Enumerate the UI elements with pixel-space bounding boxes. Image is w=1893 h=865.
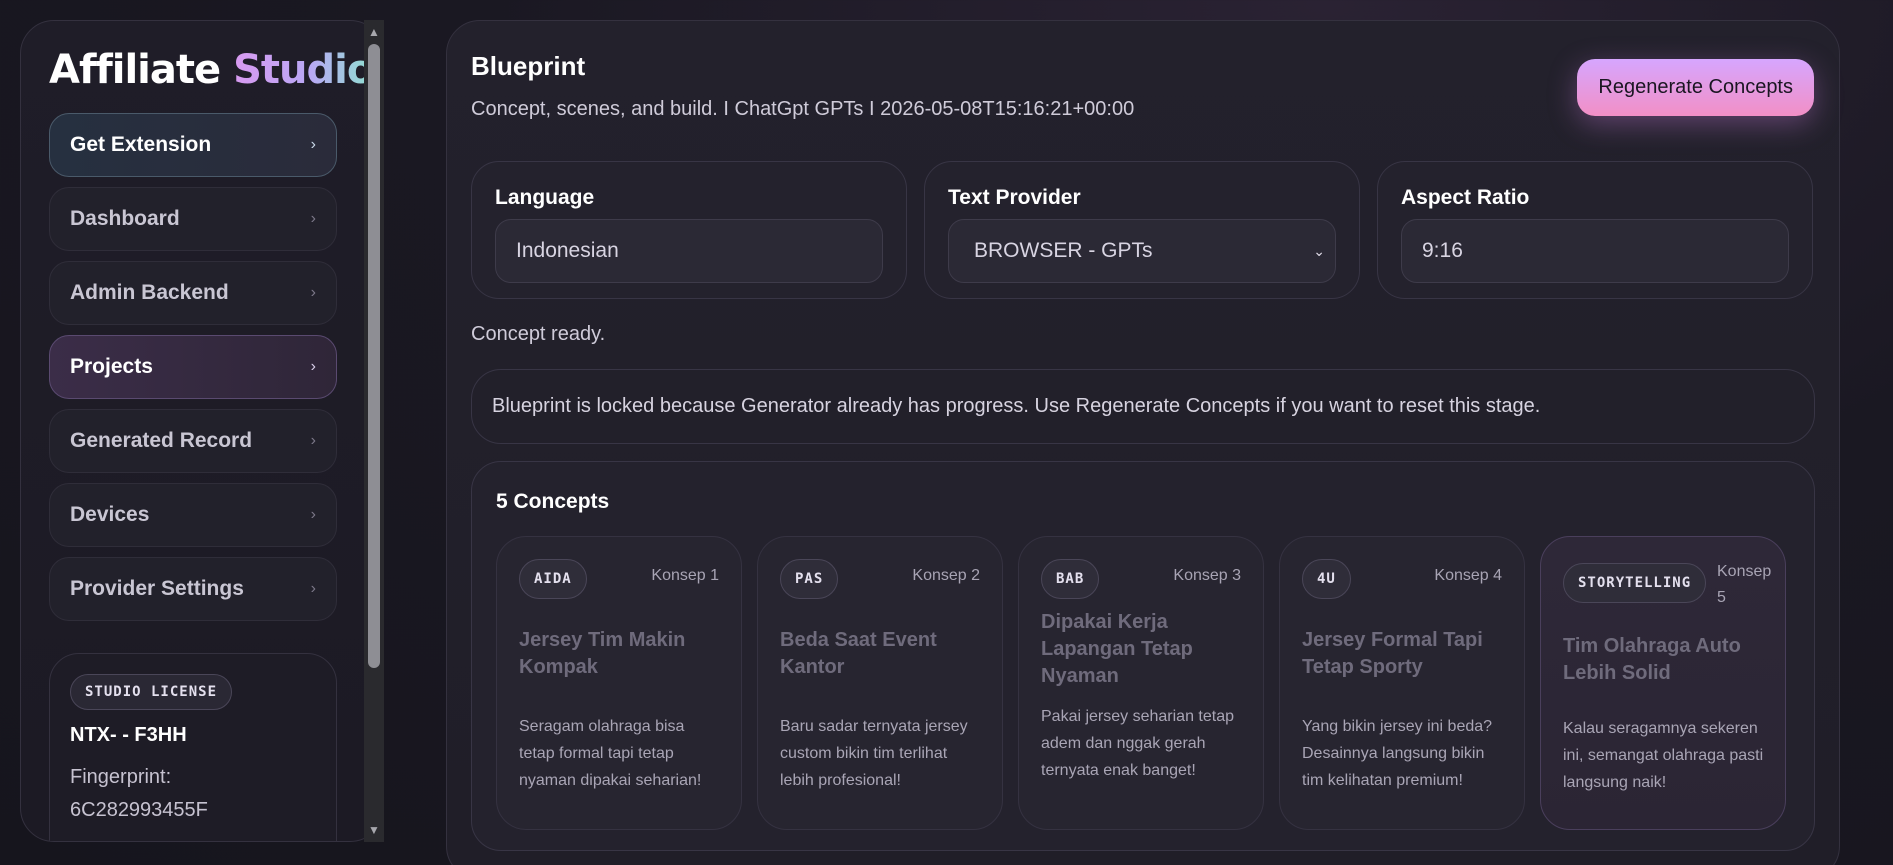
aspect-ratio-label: Aspect Ratio [1401,186,1530,209]
concept-number: Konsep 1 [651,567,719,584]
concept-tag: STORYTELLING [1563,563,1707,603]
regenerate-concepts-button[interactable]: Regenerate Concepts [1577,59,1814,116]
concept-description: Pakai jersey seharian tetap adem dan ngg… [1041,708,1234,779]
chevron-right-icon: › [310,506,316,523]
sidebar-item-projects[interactable]: Projects › [49,335,337,399]
concept-number: Konsep 5 [1717,563,1772,606]
concept-title: Jersey Formal Tapi Tetap Sporty [1302,629,1483,678]
chevron-right-icon: › [310,432,316,449]
scroll-up-arrow-icon[interactable]: ▲ [364,22,384,42]
concept-number: Konsep 2 [912,567,980,584]
concept-title: Dipakai Kerja Lapangan Tetap Nyaman [1041,611,1193,687]
sidebar-item-label: Devices [70,503,150,526]
license-fingerprint: Fingerprint: 6C282993455F [70,761,316,827]
text-provider-select[interactable]: BROWSER - GPTs ⌄ [948,219,1336,283]
concept-card[interactable]: AIDA Konsep 1 Jersey Tim Makin Kompak Se… [496,536,742,830]
concept-card[interactable]: 4U Konsep 4 Jersey Formal Tapi Tetap Spo… [1279,536,1525,830]
brand-main: Affiliate [49,47,221,93]
brand-logo: Affiliate Studio [49,47,374,93]
chevron-right-icon: › [310,210,316,227]
concept-tag: 4U [1302,559,1351,599]
concept-description: Yang bikin jersey ini beda? Desainnya la… [1302,718,1493,789]
sidebar-item-label: Get Extension [70,133,212,156]
concept-title: Beda Saat Event Kantor [780,629,937,678]
concept-tag: PAS [780,559,839,599]
concept-number: Konsep 4 [1434,567,1502,584]
page-title: Blueprint [471,51,586,81]
concept-description: Kalau seragamnya sekeren ini, semangat o… [1563,720,1764,791]
concepts-section: 5 Concepts AIDA Konsep 1 Jersey Tim Maki… [471,461,1815,851]
language-input[interactable]: Indonesian [495,219,883,283]
page-subtitle: Concept, scenes, and build. I ChatGpt GP… [471,98,1135,120]
sidebar-item-generated-record[interactable]: Generated Record › [49,409,337,473]
chevron-right-icon: › [310,136,316,153]
concept-title: Jersey Tim Makin Kompak [519,629,686,678]
concept-description: Seragam olahraga bisa tetap formal tapi … [519,718,702,789]
sidebar: Affiliate Studio Get Extension › Dashboa… [20,20,384,842]
concept-number: Konsep 3 [1173,567,1241,584]
sidebar-item-label: Projects [70,355,153,378]
chevron-down-icon: ⌄ [1313,242,1325,259]
brand-accent: Studio [233,47,374,93]
sidebar-item-dashboard[interactable]: Dashboard › [49,187,337,251]
concepts-title: 5 Concepts [496,490,610,513]
chevron-right-icon: › [310,580,316,597]
sidebar-item-admin-backend[interactable]: Admin Backend › [49,261,337,325]
concept-tag: BAB [1041,559,1100,599]
text-provider-card: Text Provider BROWSER - GPTs ⌄ [924,161,1360,299]
license-card: STUDIO LICENSE NTX- - F3HH Fingerprint: … [49,653,337,841]
sidebar-item-get-extension[interactable]: Get Extension › [49,113,337,177]
concept-card-selected[interactable]: STORYTELLING Konsep 5 Tim Olahraga Auto … [1540,536,1786,830]
language-label: Language [495,186,595,209]
license-key: NTX- - F3HH [70,724,187,746]
concept-card[interactable]: BAB Konsep 3 Dipakai Kerja Lapangan Teta… [1018,536,1264,830]
aspect-ratio-input[interactable]: 9:16 [1401,219,1789,283]
concept-card[interactable]: PAS Konsep 2 Beda Saat Event Kantor Baru… [757,536,1003,830]
fingerprint-label: Fingerprint: [70,766,172,788]
lock-notice: Blueprint is locked because Generator al… [471,369,1815,444]
fingerprint-value: 6C282993455F [70,799,208,821]
aspect-ratio-card: Aspect Ratio 9:16 [1377,161,1813,299]
concept-title: Tim Olahraga Auto Lebih Solid [1563,635,1741,684]
scrollbar-thumb[interactable] [368,44,380,668]
text-provider-label: Text Provider [948,186,1081,209]
sidebar-nav: Get Extension › Dashboard › Admin Backen… [49,113,337,631]
text-provider-value: BROWSER - GPTs [974,239,1153,262]
sidebar-item-provider-settings[interactable]: Provider Settings › [49,557,337,621]
license-badge: STUDIO LICENSE [70,674,233,710]
concept-description: Baru sadar ternyata jersey custom bikin … [780,718,968,789]
sidebar-item-devices[interactable]: Devices › [49,483,337,547]
sidebar-item-label: Admin Backend [70,281,229,304]
chevron-right-icon: › [310,358,316,375]
scroll-down-arrow-icon[interactable]: ▼ [364,820,384,840]
status-text: Concept ready. [471,323,606,345]
concept-tag: AIDA [519,559,587,599]
sidebar-item-label: Provider Settings [70,577,244,600]
blueprint-panel: Blueprint Concept, scenes, and build. I … [446,20,1840,865]
sidebar-item-label: Generated Record [70,429,253,452]
sidebar-scrollbar[interactable]: ▲ ▼ [364,20,384,842]
sidebar-item-label: Dashboard [70,207,180,230]
chevron-right-icon: › [310,284,316,301]
language-card: Language Indonesian [471,161,907,299]
